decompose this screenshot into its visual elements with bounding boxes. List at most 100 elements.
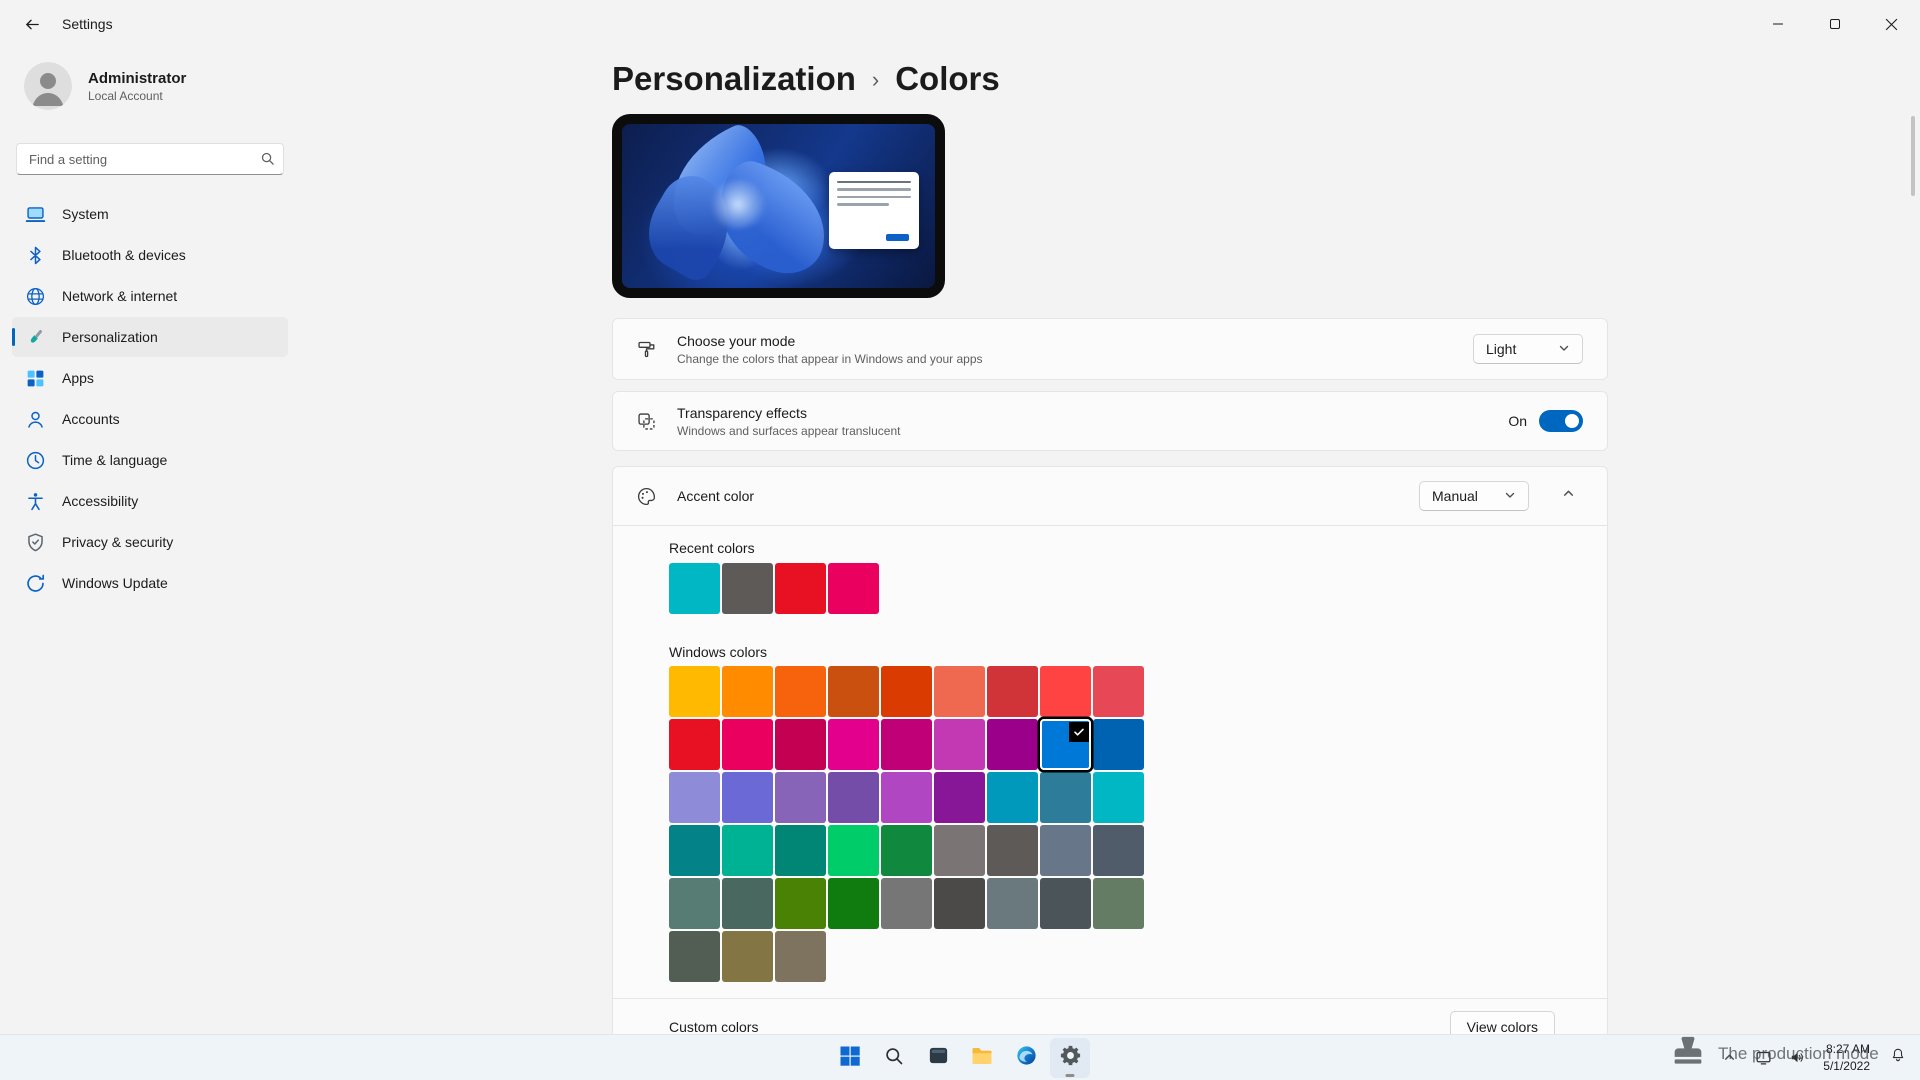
color-swatch[interactable]	[934, 825, 985, 876]
color-swatch[interactable]	[934, 878, 985, 929]
color-swatch[interactable]	[828, 878, 879, 929]
color-swatch[interactable]	[1040, 666, 1091, 717]
color-swatch[interactable]	[828, 772, 879, 823]
choose-mode-subtitle: Change the colors that appear in Windows…	[677, 352, 1453, 366]
color-swatch[interactable]	[775, 563, 826, 614]
color-swatch[interactable]	[987, 666, 1038, 717]
user-account-type: Local Account	[88, 89, 186, 103]
color-swatch[interactable]	[669, 825, 720, 876]
sidebar-item-accounts[interactable]: Accounts	[12, 399, 288, 439]
color-swatch[interactable]	[669, 719, 720, 770]
color-swatch[interactable]	[987, 719, 1038, 770]
task-view-button[interactable]	[918, 1038, 958, 1078]
color-swatch[interactable]	[775, 878, 826, 929]
color-swatch[interactable]	[828, 666, 879, 717]
transparency-subtitle: Windows and surfaces appear translucent	[677, 424, 1488, 438]
edge-button[interactable]	[1006, 1038, 1046, 1078]
scrollbar[interactable]	[1911, 116, 1915, 196]
taskbar-search-button[interactable]	[874, 1038, 914, 1078]
color-swatch[interactable]	[722, 563, 773, 614]
color-swatch[interactable]	[669, 931, 720, 982]
chevron-up-icon[interactable]	[1717, 1046, 1741, 1070]
color-swatch[interactable]	[934, 719, 985, 770]
color-swatch[interactable]	[1093, 719, 1144, 770]
avatar-person-icon	[24, 97, 72, 110]
color-swatch-selected[interactable]	[1040, 719, 1091, 770]
back-button[interactable]	[14, 6, 50, 42]
color-swatch[interactable]	[934, 666, 985, 717]
taskbar: 8:27 AM 5/1/2022	[0, 1034, 1920, 1080]
sidebar-item-label: Bluetooth & devices	[62, 247, 186, 263]
color-swatch[interactable]	[775, 825, 826, 876]
minimize-button[interactable]	[1749, 0, 1806, 48]
user-name: Administrator	[88, 70, 186, 87]
close-button[interactable]	[1863, 0, 1920, 48]
color-swatch[interactable]	[987, 825, 1038, 876]
color-swatch[interactable]	[722, 772, 773, 823]
notification-button[interactable]	[1882, 1038, 1914, 1078]
color-swatch[interactable]	[775, 666, 826, 717]
color-swatch[interactable]	[775, 772, 826, 823]
sidebar-item-privacy-and-security[interactable]: Privacy & security	[12, 522, 288, 562]
color-swatch[interactable]	[1040, 825, 1091, 876]
color-swatch[interactable]	[881, 666, 932, 717]
display-icon[interactable]	[1751, 1046, 1775, 1070]
color-swatch[interactable]	[828, 825, 879, 876]
color-swatch[interactable]	[669, 563, 720, 614]
color-swatch[interactable]	[881, 772, 932, 823]
search-input[interactable]	[16, 143, 284, 175]
color-swatch[interactable]	[1093, 825, 1144, 876]
color-swatch[interactable]	[722, 878, 773, 929]
color-swatch[interactable]	[987, 772, 1038, 823]
clock[interactable]: 8:27 AM 5/1/2022	[1823, 1041, 1870, 1073]
color-swatch[interactable]	[1093, 878, 1144, 929]
color-swatch[interactable]	[1040, 772, 1091, 823]
privacy-icon	[24, 531, 46, 553]
color-swatch[interactable]	[987, 878, 1038, 929]
color-swatch[interactable]	[722, 825, 773, 876]
color-swatch[interactable]	[722, 666, 773, 717]
speaker-icon[interactable]	[1785, 1046, 1809, 1070]
color-swatch[interactable]	[1040, 878, 1091, 929]
accent-collapse-button[interactable]	[1553, 481, 1583, 511]
accounts-icon	[24, 408, 46, 430]
color-swatch[interactable]	[722, 719, 773, 770]
color-swatch[interactable]	[1093, 666, 1144, 717]
user-profile[interactable]: Administrator Local Account	[24, 62, 300, 110]
mode-dropdown[interactable]: Light	[1473, 334, 1583, 364]
sidebar-item-personalization[interactable]: Personalization	[12, 317, 288, 357]
accent-color-header[interactable]: Accent color Manual	[613, 467, 1607, 525]
sidebar-item-network-and-internet[interactable]: Network & internet	[12, 276, 288, 316]
start-button[interactable]	[830, 1038, 870, 1078]
color-swatch[interactable]	[669, 878, 720, 929]
sidebar-item-system[interactable]: System	[12, 194, 288, 234]
color-swatch[interactable]	[881, 878, 932, 929]
color-swatch[interactable]	[669, 772, 720, 823]
sidebar-item-bluetooth-and-devices[interactable]: Bluetooth & devices	[12, 235, 288, 275]
color-swatch[interactable]	[881, 719, 932, 770]
color-swatch[interactable]	[934, 772, 985, 823]
preview-window-mock	[829, 172, 920, 249]
sidebar-item-apps[interactable]: Apps	[12, 358, 288, 398]
sidebar: Administrator Local Account System Blueto…	[0, 48, 300, 1080]
color-swatch[interactable]	[775, 719, 826, 770]
file-explorer-button[interactable]	[962, 1038, 1002, 1078]
color-swatch[interactable]	[881, 825, 932, 876]
search-icon	[260, 151, 275, 171]
color-swatch[interactable]	[828, 563, 879, 614]
settings-button[interactable]	[1050, 1038, 1090, 1078]
color-swatch[interactable]	[775, 931, 826, 982]
color-swatch[interactable]	[828, 719, 879, 770]
color-swatch[interactable]	[1093, 772, 1144, 823]
accent-color-dropdown[interactable]: Manual	[1419, 481, 1529, 511]
sidebar-item-label: Accounts	[62, 411, 120, 427]
transparency-toggle[interactable]	[1539, 410, 1583, 432]
maximize-button[interactable]	[1806, 0, 1863, 48]
breadcrumb-personalization[interactable]: Personalization	[612, 58, 856, 100]
color-swatch[interactable]	[669, 666, 720, 717]
sidebar-item-windows-update[interactable]: Windows Update	[12, 563, 288, 603]
color-swatch[interactable]	[722, 931, 773, 982]
sidebar-item-time-and-language[interactable]: Time & language	[12, 440, 288, 480]
sidebar-item-accessibility[interactable]: Accessibility	[12, 481, 288, 521]
accent-dropdown-value: Manual	[1432, 488, 1478, 504]
